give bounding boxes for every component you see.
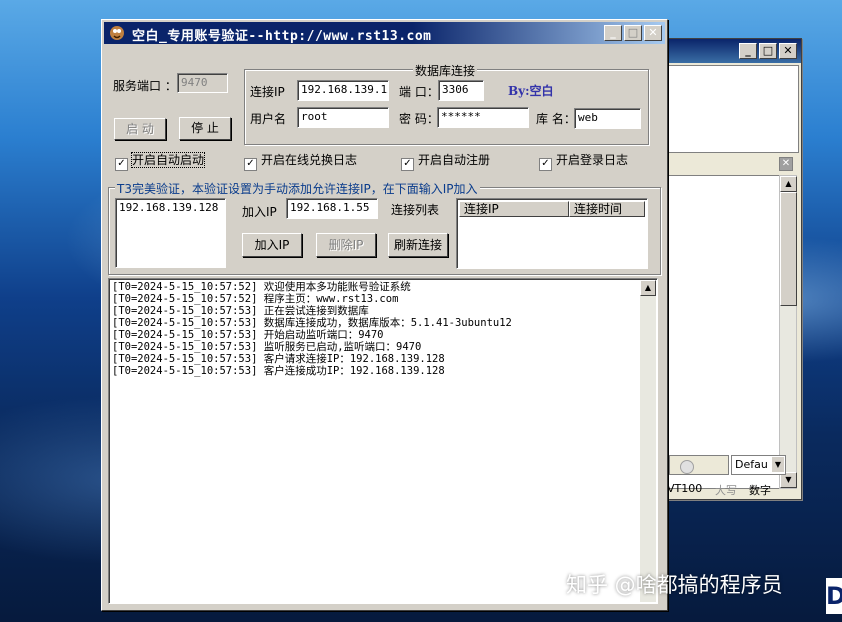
scrollbar-thumb[interactable] [780,192,797,306]
log-line: [T0=2024-5-15_10:57:52] 程序主页：www.rst13.c… [112,293,399,305]
terminal-type-dropdown[interactable]: Defau ▼ [731,455,786,475]
background-panel: ✕ [667,155,797,175]
window-controls: _ □ ✕ [604,25,662,41]
scroll-up-arrow-icon[interactable]: ▲ [780,176,797,192]
db-port-input[interactable]: 3306 [438,80,484,101]
checkbox-auto-register[interactable]: ✓ 开启自动注册 [401,151,490,171]
log-line: [T0=2024-5-15_10:57:53] 监听服务已启动,监听端口：947… [112,341,422,353]
checkmark-icon[interactable]: ✓ [539,158,552,171]
radio-button[interactable] [680,460,694,474]
close-button[interactable]: ✕ [779,43,797,59]
background-terminal-area[interactable] [667,175,781,489]
log-line: [T0=2024-5-15_10:57:53] 正在尝试连接到数据库 [112,305,369,317]
password-input[interactable]: ****** [437,107,529,128]
connection-list-header: 连接IP 连接时间 [459,201,645,217]
checkbox-exchange-log[interactable]: ✓ 开启在线兑换日志 [244,151,357,171]
log-line: [T0=2024-5-15_10:57:53] 客户请求连接IP：192.168… [112,353,445,365]
ip-group-title: T3完美验证，本验证设置为手动添加允许连接IP，在下面输入IP加入 [115,180,480,197]
allowed-ip-list[interactable]: 192.168.139.128 [115,198,226,268]
log-line: [T0=2024-5-15_10:57:53] 开始启动监听端口：9470 [112,329,384,341]
column-header-ip[interactable]: 连接IP [459,201,569,217]
log-lines: [T0=2024-5-15_10:57:52] 欢迎使用本多功能账号验证系统 [… [112,281,512,377]
checkmark-icon[interactable]: ✓ [115,158,128,171]
dbname-input[interactable]: web [574,108,641,129]
add-ip-label: 加入IP [242,205,277,219]
checkbox-auto-start[interactable]: ✓ 开启自动启动 [115,151,206,171]
status-terminal-mode: VT100 [667,482,703,495]
log-scrollbar[interactable]: ▲ [640,280,656,602]
maximize-button[interactable]: □ [624,25,642,41]
stop-button[interactable]: 停 止 [179,117,231,140]
username-label: 用户名 [250,112,287,126]
main-window-titlebar[interactable]: 空白_专用账号验证--http://www.rst13.com _ □ ✕ [104,22,665,44]
refresh-connections-button[interactable]: 刷新连接 [388,233,448,257]
watermark-text: 知乎 @啥都搞的程序员 [566,573,783,597]
checkbox-login-log[interactable]: ✓ 开启登录日志 [539,151,628,171]
checkbox-label: 开启在线兑换日志 [261,153,358,167]
background-text-area[interactable] [667,65,799,153]
chevron-down-icon[interactable]: ▼ [772,457,784,472]
checkbox-label: 开启自动启动 [130,152,206,168]
dbname-label: 库 名： [536,112,576,126]
dropdown-value: Defau [735,458,768,471]
background-window-controls: _ □ ✕ [739,43,797,59]
background-window[interactable]: _ □ ✕ ✕ ▲ ▼ Defau ▼ VT100 大写 数字 [664,38,802,500]
minimize-button[interactable]: _ [739,43,757,59]
db-port-label: 端 口： [399,85,439,99]
checkmark-icon[interactable]: ✓ [401,158,414,171]
scroll-up-arrow-icon[interactable]: ▲ [640,280,656,296]
connection-list-label: 连接列表 [391,203,440,217]
list-item[interactable]: 192.168.139.128 [119,201,222,214]
minimize-button[interactable]: _ [604,25,622,41]
connect-ip-input[interactable]: 192.168.139.128 [297,80,389,101]
db-group-title: 数据库连接 [413,62,478,79]
status-numlock: 数字 [749,484,771,497]
background-toolbar: Defau ▼ [667,453,797,477]
close-icon[interactable]: ✕ [779,157,793,171]
background-field[interactable] [669,455,729,475]
add-ip-input[interactable]: 192.168.1.55 [286,198,378,219]
checkmark-icon[interactable]: ✓ [244,158,257,171]
log-line: [T0=2024-5-15_10:57:52] 欢迎使用本多功能账号验证系统 [112,281,411,293]
app-icon [110,26,124,40]
service-port-label: 服务端口 ： [113,79,177,93]
status-caps: 大写 [715,484,737,497]
log-output[interactable]: [T0=2024-5-15_10:57:52] 欢迎使用本多功能账号验证系统 [… [108,278,658,604]
log-line: [T0=2024-5-15_10:57:53] 客户连接成功IP：192.168… [112,365,445,377]
maximize-button[interactable]: □ [759,43,777,59]
add-ip-button[interactable]: 加入IP [242,233,302,257]
background-statusbar: VT100 大写 数字 [667,481,797,497]
connection-list[interactable]: 连接IP 连接时间 [456,198,648,269]
password-label: 密 码： [399,112,439,126]
start-button[interactable]: 启 动 [114,118,166,140]
connect-ip-label: 连接IP [250,85,285,99]
column-header-time[interactable]: 连接时间 [569,201,645,217]
checkbox-label: 开启自动注册 [418,153,491,167]
corner-logo: D [826,578,842,614]
delete-ip-button[interactable]: 删除IP [316,233,376,257]
close-button[interactable]: ✕ [644,25,662,41]
log-line: [T0=2024-5-15_10:57:53] 数据库连接成功，数据库版本：5.… [112,317,512,329]
main-window[interactable]: 空白_专用账号验证--http://www.rst13.com _ □ ✕ 服务… [101,19,668,611]
service-port-input[interactable]: 9470 [177,73,228,93]
author-label: By:空白 [508,84,554,98]
username-input[interactable]: root [297,107,389,128]
vertical-scrollbar[interactable]: ▲ ▼ [779,175,797,489]
window-title: 空白_专用账号验证--http://www.rst13.com [132,29,432,44]
checkbox-label: 开启登录日志 [556,153,629,167]
